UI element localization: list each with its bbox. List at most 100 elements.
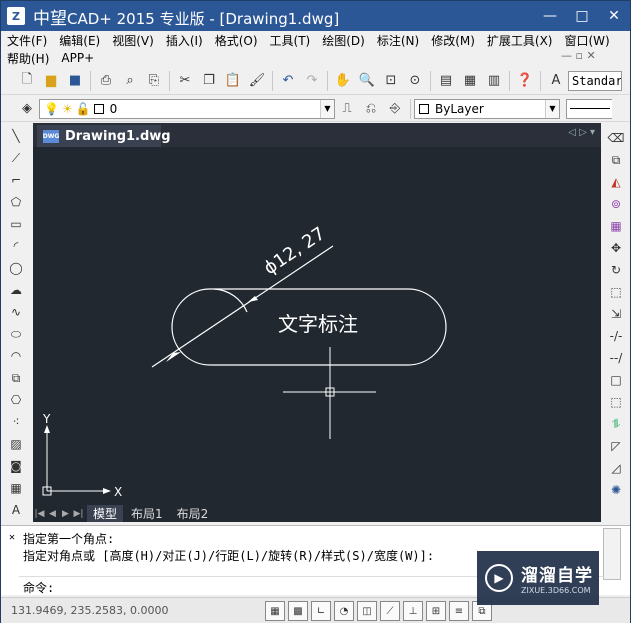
polygon-icon[interactable]: ⬠ (5, 191, 27, 213)
next-layout-icon[interactable]: ▶ (59, 509, 72, 519)
minimize-button[interactable]: — (534, 1, 566, 31)
text-style-icon[interactable]: A (545, 70, 567, 92)
polyline-icon[interactable]: ⌐ (5, 169, 27, 191)
circle-icon[interactable]: ◯ (5, 257, 27, 279)
mdi-window-controls[interactable]: — ▫ ✕ (561, 49, 596, 63)
color-select[interactable]: ByLayer ▼ (414, 98, 560, 119)
break-at-point-icon[interactable]: □ (605, 369, 627, 391)
zoom-window-icon[interactable]: ⊡ (380, 70, 402, 92)
print-icon[interactable]: ⎙ (95, 70, 117, 92)
tab-navigation[interactable]: ◁ ▷ ▾ (568, 127, 595, 138)
menu-modify[interactable]: 修改(M) (427, 32, 479, 49)
maximize-button[interactable]: □ (566, 1, 598, 31)
region-icon[interactable]: ◙ (5, 455, 27, 477)
ellipse-arc-icon[interactable]: ◠ (5, 345, 27, 367)
break-icon[interactable]: ⬚ (605, 391, 627, 413)
annotation-text[interactable]: 文字标注 (278, 312, 358, 336)
arc-icon[interactable]: ◜ (5, 235, 27, 257)
point-icon[interactable]: ⁖ (5, 411, 27, 433)
print-preview-icon[interactable]: ⌕ (119, 70, 141, 92)
publish-icon[interactable]: ⎘ (143, 70, 165, 92)
redo-icon[interactable]: ↷ (301, 70, 323, 92)
menu-dimension[interactable]: 标注(N) (373, 32, 423, 49)
ellipse-icon[interactable]: ⬭ (5, 323, 27, 345)
make-current-layer-icon[interactable]: ⎍ (336, 98, 358, 120)
ortho-mode-icon[interactable]: ∟ (311, 601, 331, 621)
dimension-text[interactable]: ϕ12, 27 (260, 223, 329, 279)
grid-display-icon[interactable]: ▩ (288, 601, 308, 621)
last-layout-icon[interactable]: ▶| (72, 509, 85, 519)
match-properties-icon[interactable]: 🖌 (246, 70, 268, 92)
copy-object-icon[interactable]: ⧉ (605, 149, 627, 171)
array-icon[interactable]: ▦ (605, 215, 627, 237)
menu-edit[interactable]: 编辑(E) (55, 32, 104, 49)
hatch-icon[interactable]: ▨ (5, 433, 27, 455)
drawing-canvas[interactable]: ϕ12, 27 文字标注 X Y (33, 147, 601, 505)
offset-icon[interactable]: ⊚ (605, 193, 627, 215)
undo-icon[interactable]: ↶ (277, 70, 299, 92)
tab-layout2[interactable]: 布局2 (171, 505, 215, 522)
multiline-text-icon[interactable]: A (5, 499, 27, 521)
erase-icon[interactable]: ⌫ (605, 127, 627, 149)
tool-palette-icon[interactable]: ▥ (483, 70, 505, 92)
fillet-icon[interactable]: ◿ (605, 457, 627, 479)
scale-icon[interactable]: ⬚ (605, 281, 627, 303)
pan-icon[interactable]: ✋ (332, 70, 354, 92)
close-icon[interactable]: ✕ (9, 532, 15, 543)
layer-previous-icon[interactable]: ⎌ (360, 98, 382, 120)
line-icon[interactable]: ╲ (5, 125, 27, 147)
mirror-icon[interactable]: ◭ (605, 171, 627, 193)
menu-help[interactable]: 帮助(H) (3, 50, 53, 67)
new-file-icon[interactable]: 🗋 (16, 70, 38, 92)
move-icon[interactable]: ✥ (605, 237, 627, 259)
object-snap-icon[interactable]: ◫ (357, 601, 377, 621)
layer-select[interactable]: 💡 ☀ 🔓 0 ▼ (39, 98, 335, 119)
tab-model[interactable]: 模型 (87, 505, 124, 522)
stretch-icon[interactable]: ⇲ (605, 303, 627, 325)
make-block-icon[interactable]: ⎔ (5, 389, 27, 411)
menu-draw[interactable]: 绘图(D) (318, 32, 369, 49)
open-folder-icon[interactable]: ▆ (40, 70, 62, 92)
menu-tools[interactable]: 工具(T) (266, 32, 315, 49)
dynamic-ucs-icon[interactable]: ⊥ (403, 601, 423, 621)
construction-line-icon[interactable]: ⟋ (5, 147, 27, 169)
menu-format[interactable]: 格式(O) (211, 32, 262, 49)
save-icon[interactable]: ■ (64, 70, 86, 92)
rotate-icon[interactable]: ↻ (605, 259, 627, 281)
insert-block-icon[interactable]: ⧉ (5, 367, 27, 389)
table-icon[interactable]: ▦ (5, 477, 27, 499)
menu-view[interactable]: 视图(V) (108, 32, 158, 49)
menu-app-plus[interactable]: APP+ (57, 51, 98, 65)
polar-tracking-icon[interactable]: ◔ (334, 601, 354, 621)
trim-icon[interactable]: -/- (605, 325, 627, 347)
explode-icon[interactable]: ✺ (605, 479, 627, 501)
layer-isolate-icon[interactable]: ⎆ (384, 98, 406, 120)
cut-icon[interactable]: ✂ (174, 70, 196, 92)
document-tab[interactable]: DWG Drawing1.dwg (37, 125, 171, 147)
object-snap-tracking-icon[interactable]: ⟋ (380, 601, 400, 621)
menu-extension-tools[interactable]: 扩展工具(X) (483, 32, 557, 49)
first-layout-icon[interactable]: |◀ (33, 509, 46, 519)
app-logo-icon[interactable]: Z (7, 7, 25, 25)
layer-manager-icon[interactable]: ◈ (16, 98, 38, 120)
dynamic-input-icon[interactable]: ⊞ (426, 601, 446, 621)
close-button[interactable]: ✕ (598, 1, 630, 31)
lineweight-icon[interactable]: ≡ (449, 601, 469, 621)
paste-icon[interactable]: 📋 (222, 70, 244, 92)
help-icon[interactable]: ❓ (514, 70, 536, 92)
copy-icon[interactable]: ❐ (198, 70, 220, 92)
chamfer-icon[interactable]: ◸ (605, 435, 627, 457)
zoom-realtime-icon[interactable]: 🔍 (356, 70, 378, 92)
join-icon[interactable]: ⥮ (605, 413, 627, 435)
revision-cloud-icon[interactable]: ☁ (5, 279, 27, 301)
menu-window[interactable]: 窗口(W) (561, 32, 614, 49)
tab-layout1[interactable]: 布局1 (125, 505, 169, 522)
rectangle-icon[interactable]: ▭ (5, 213, 27, 235)
extend-icon[interactable]: --/ (605, 347, 627, 369)
snap-mode-icon[interactable]: ▦ (265, 601, 285, 621)
linetype-select[interactable] (566, 98, 612, 119)
text-style-select[interactable]: Standard (568, 70, 622, 91)
menu-insert[interactable]: 插入(I) (162, 32, 207, 49)
prev-layout-icon[interactable]: ◀ (46, 509, 59, 519)
zoom-previous-icon[interactable]: ⊙ (404, 70, 426, 92)
